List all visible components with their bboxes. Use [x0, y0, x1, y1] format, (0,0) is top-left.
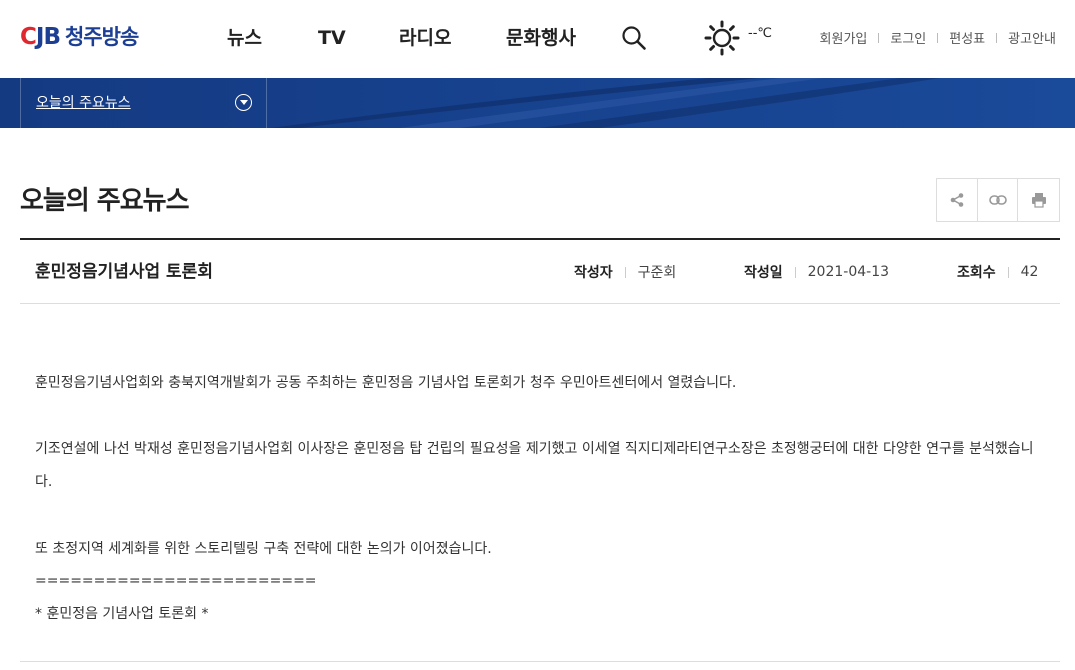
divider	[878, 32, 880, 43]
divider	[794, 266, 796, 278]
date-value: 2021-04-13	[807, 264, 890, 280]
article-paragraph: 훈민정음기념사업회와 충북지역개발회가 공동 주최하는 훈민정음 기념사업 토론…	[35, 375, 737, 391]
nav-item-tv[interactable]: TV	[318, 24, 346, 52]
logo-mark: CJB	[20, 24, 61, 50]
article-paragraph: 기조연설에 나선 박재성 훈민정음기념사업회 이사장은 훈민정음 탑 건립의 필…	[35, 441, 1034, 490]
share-icon[interactable]	[937, 179, 978, 221]
print-icon[interactable]	[1018, 179, 1059, 221]
article-body: 훈민정음기념사업회와 충북지역개발회가 공동 주최하는 훈민정음 기념사업 토론…	[20, 305, 1060, 662]
page-title: 오늘의 주요뉴스	[20, 186, 189, 216]
logo-text: 청주방송	[64, 25, 139, 49]
schedule-link[interactable]: 편성표	[949, 28, 985, 47]
divider	[1007, 266, 1009, 278]
article-tools	[936, 178, 1060, 222]
divider	[996, 32, 998, 43]
article-caption: * 훈민정음 기념사업 토론회 *	[35, 606, 209, 622]
article-author: 작성자 구준회	[574, 262, 676, 282]
signup-link[interactable]: 회원가입	[820, 28, 868, 47]
nav-item-radio[interactable]: 라디오	[399, 24, 451, 52]
nav-item-news[interactable]: 뉴스	[227, 24, 262, 52]
weather-widget: --℃	[704, 20, 772, 56]
chevron-down-icon[interactable]	[235, 94, 252, 111]
article-separator-line: ========================	[35, 573, 317, 589]
search-icon[interactable]	[620, 24, 648, 52]
article-date: 작성일 2021-04-13	[744, 262, 889, 282]
article-header: 훈민정음기념사업 토론회 작성자 구준회 작성일 2021-04-13 조회수 …	[20, 240, 1060, 304]
login-link[interactable]: 로그인	[890, 28, 926, 47]
site-header: CJB 청주방송 뉴스 TV 라디오 문화행사 --℃ 회원가입 로그인 편성표…	[0, 0, 1075, 78]
author-value: 구준회	[637, 265, 677, 281]
site-logo[interactable]: CJB 청주방송	[20, 22, 139, 52]
views-label: 조회수	[957, 265, 996, 281]
author-label: 작성자	[574, 265, 613, 281]
link-icon[interactable]	[978, 179, 1019, 221]
article-views: 조회수 42	[957, 262, 1038, 282]
nav-item-culture-events[interactable]: 문화행사	[506, 24, 576, 52]
current-section-link[interactable]: 오늘의 주요뉴스	[36, 92, 131, 112]
date-label: 작성일	[744, 265, 783, 281]
section-selector[interactable]: 오늘의 주요뉴스	[20, 78, 267, 128]
weather-temperature: --℃	[748, 26, 772, 41]
divider	[937, 32, 939, 43]
article-paragraph: 또 초정지역 세계화를 위한 스토리텔링 구축 전략에 대한 논의가 이어졌습니…	[35, 541, 492, 557]
views-value: 42	[1020, 264, 1039, 280]
article-title: 훈민정음기념사업 토론회	[35, 262, 213, 282]
sub-navigation-bar: 오늘의 주요뉴스	[0, 78, 1075, 128]
divider	[624, 266, 626, 278]
advertising-link[interactable]: 광고안내	[1008, 28, 1056, 47]
sun-icon	[704, 20, 740, 60]
utility-links: 회원가입 로그인 편성표 광고안내	[820, 28, 1056, 47]
